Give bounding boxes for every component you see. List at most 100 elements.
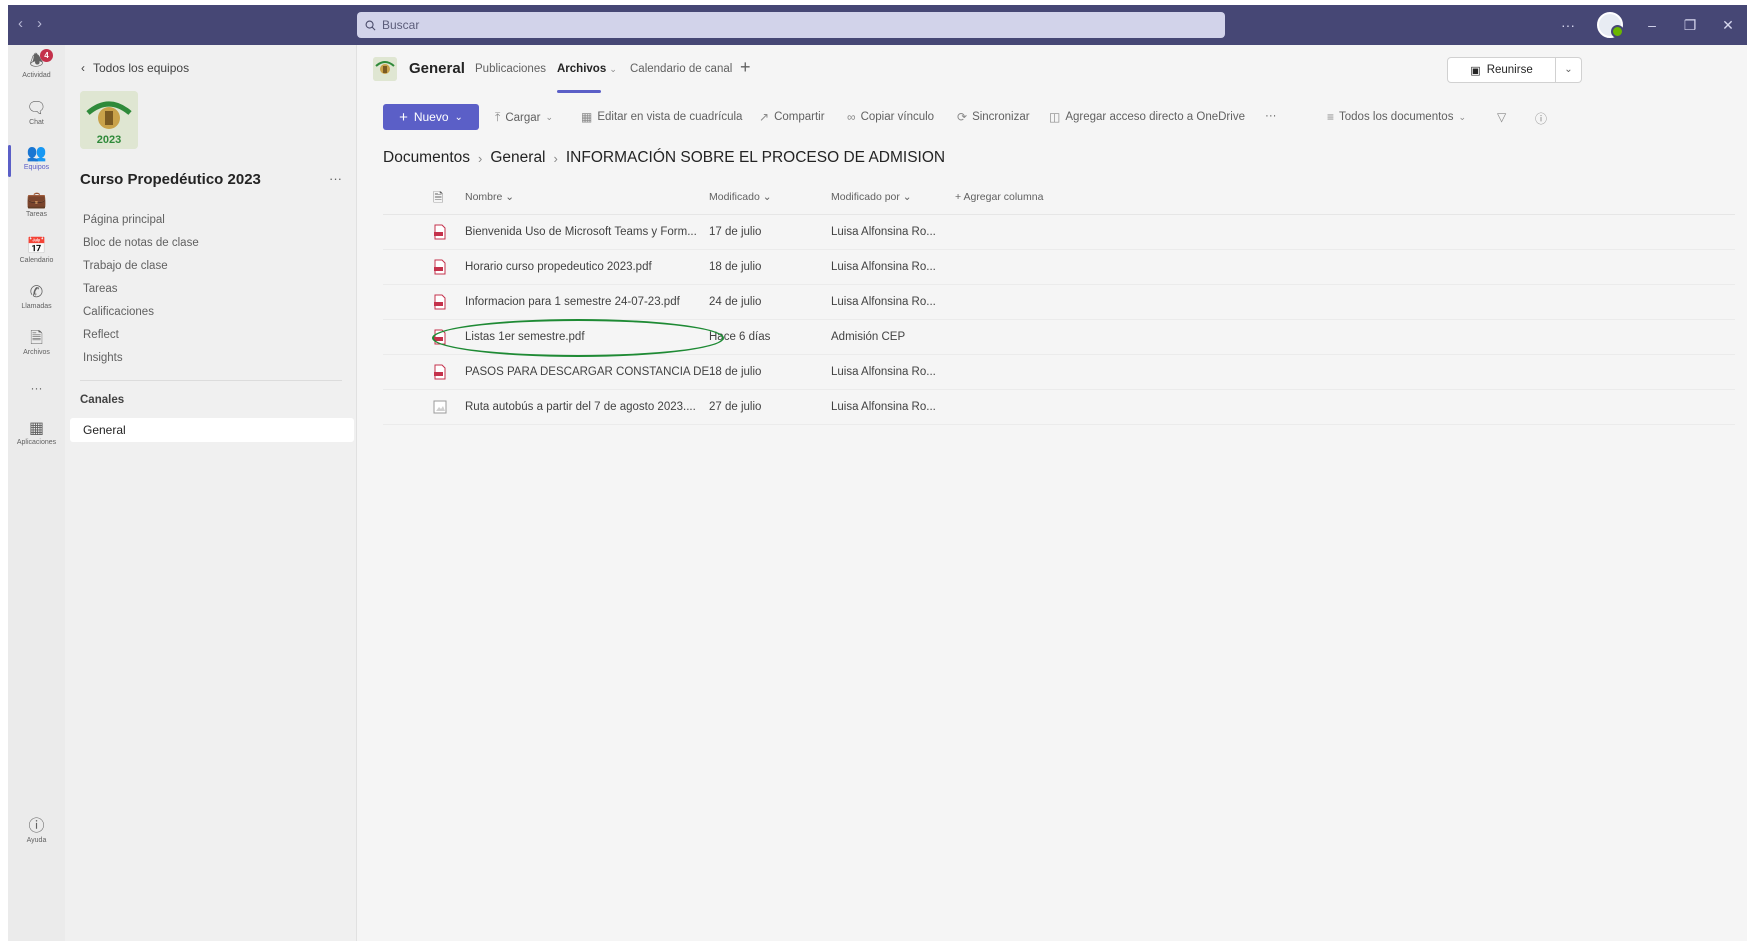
meet-label: Reunirse	[1486, 64, 1533, 76]
link-icon: ∞	[847, 110, 856, 124]
more-options-button[interactable]: ···	[1549, 17, 1587, 33]
column-header-name[interactable]: Nombre ⌄	[465, 191, 514, 203]
rail-item-more[interactable]: ···	[8, 379, 65, 397]
team-menu-classwork[interactable]: Trabajo de clase	[83, 258, 199, 281]
rail-label: Tareas	[25, 211, 47, 218]
channel-item-general[interactable]: General	[70, 418, 354, 442]
column-header-modified-by[interactable]: Modificado por ⌄	[831, 191, 912, 203]
tab-files[interactable]: Archivos ⌄	[557, 63, 617, 75]
file-name[interactable]: PASOS PARA DESCARGAR CONSTANCIA DE...	[465, 366, 719, 378]
onedrive-shortcut-button[interactable]: ◫ Agregar acceso directo a OneDrive	[1049, 110, 1245, 124]
search-icon	[365, 20, 376, 30]
channel-title: General	[409, 60, 465, 77]
team-menu-insights[interactable]: Insights	[83, 350, 199, 373]
panel-divider	[80, 380, 342, 381]
add-tab-button[interactable]: +	[740, 57, 751, 78]
team-menu-assignments[interactable]: Tareas	[83, 281, 199, 304]
back-arrow-icon[interactable]: ‹	[18, 15, 23, 32]
chevron-left-icon: ‹	[81, 61, 85, 75]
chevron-down-icon: ⌄	[454, 111, 463, 123]
grid-icon: ▦	[581, 110, 593, 124]
breadcrumb-documents[interactable]: Documentos	[383, 149, 470, 167]
file-name[interactable]: Bienvenida Uso de Microsoft Teams y Form…	[465, 226, 697, 238]
rail-item-help[interactable]: ⓘ Ayuda	[8, 818, 65, 844]
table-row[interactable]: Ruta autobús a partir del 7 de agosto 20…	[383, 390, 1735, 425]
rail-item-calendar[interactable]: 📅 Calendario	[8, 238, 65, 264]
copy-link-button[interactable]: ∞ Copiar vínculo	[847, 110, 934, 124]
team-menu-notebook[interactable]: Bloc de notas de clase	[83, 235, 199, 258]
team-more-button[interactable]: ···	[329, 171, 342, 186]
video-camera-icon: ▣	[1470, 64, 1481, 77]
table-row[interactable]: Informacion para 1 semestre 24-07-23.pdf…	[383, 285, 1735, 320]
rail-item-chat[interactable]: 🗨 Chat	[8, 100, 65, 126]
column-modified-by-label: Modificado por	[831, 191, 900, 203]
file-name[interactable]: Informacion para 1 semestre 24-07-23.pdf	[465, 296, 680, 308]
profile-avatar[interactable]	[1597, 12, 1624, 38]
plus-icon: +	[399, 108, 408, 126]
table-row[interactable]: Listas 1er semestre.pdf Hace 6 días Admi…	[383, 320, 1735, 355]
sync-icon: ⟳	[957, 110, 968, 124]
forward-arrow-icon[interactable]: ›	[37, 15, 42, 32]
bell-icon: 🕭	[29, 53, 44, 70]
rail-label: Actividad	[22, 72, 51, 79]
view-selector[interactable]: ≡ Todos los documentos ⌄	[1327, 110, 1466, 124]
rail-item-activity[interactable]: 🕭 4 Actividad	[8, 49, 65, 79]
column-modified-label: Modificado	[709, 191, 760, 203]
team-menu-grades[interactable]: Calificaciones	[83, 304, 199, 327]
new-button[interactable]: + Nuevo ⌄	[383, 104, 479, 130]
teams-icon: 👥	[26, 145, 47, 162]
search-box[interactable]	[357, 12, 1225, 38]
file-name[interactable]: Horario curso propedeutico 2023.pdf	[465, 261, 652, 273]
help-icon: ⓘ	[28, 818, 45, 835]
share-icon: ↗	[759, 110, 770, 124]
pdf-file-icon	[434, 259, 446, 275]
column-header-modified[interactable]: Modificado ⌄	[709, 191, 772, 203]
file-modified-by: Luisa Alfonsina Ro...	[831, 261, 936, 273]
rail-label: Aplicaciones	[16, 439, 57, 446]
sync-button[interactable]: ⟳ Sincronizar	[957, 110, 1030, 124]
file-modified-by: Admisión CEP	[831, 331, 906, 343]
file-name[interactable]: Ruta autobús a partir del 7 de agosto 20…	[465, 401, 696, 413]
info-icon: ⓘ	[1535, 112, 1548, 126]
table-row[interactable]: PASOS PARA DESCARGAR CONSTANCIA DE... 18…	[383, 355, 1735, 390]
team-menu-reflect[interactable]: Reflect	[83, 327, 199, 350]
meet-button[interactable]: ▣ Reunirse	[1447, 57, 1556, 83]
search-input[interactable]	[382, 18, 1202, 32]
toolbar-more-button[interactable]: ···	[1265, 110, 1277, 122]
more-icon: ···	[30, 381, 43, 395]
copy-link-label: Copiar vínculo	[860, 111, 935, 123]
file-name[interactable]: Listas 1er semestre.pdf	[465, 331, 585, 343]
breadcrumb-general[interactable]: General	[490, 149, 545, 167]
grid-edit-button[interactable]: ▦ Editar en vista de cuadrícula	[581, 110, 742, 124]
rail-item-teams[interactable]: 👥 Equipos	[8, 145, 65, 177]
tab-posts[interactable]: Publicaciones	[475, 63, 546, 75]
rail-item-calls[interactable]: ✆ Llamadas	[8, 284, 65, 310]
filter-button[interactable]: ▽	[1497, 110, 1506, 124]
table-row[interactable]: Bienvenida Uso de Microsoft Teams y Form…	[383, 215, 1735, 250]
all-teams-label: Todos los equipos	[93, 61, 190, 75]
chevron-right-icon: ›	[553, 150, 558, 166]
info-button[interactable]: ⓘ	[1535, 110, 1547, 127]
file-modified-by: Luisa Alfonsina Ro...	[831, 226, 936, 238]
all-teams-link[interactable]: ‹ Todos los equipos	[81, 61, 189, 75]
chevron-right-icon: ›	[478, 150, 483, 166]
file-type-header-icon[interactable]: 🗎	[433, 189, 443, 211]
history-nav: ‹ ›	[18, 15, 42, 32]
team-menu-home[interactable]: Página principal	[83, 212, 199, 235]
meet-dropdown-button[interactable]: ⌄	[1556, 57, 1582, 83]
upload-button[interactable]: ⤒ Cargar ⌄	[495, 110, 553, 125]
close-button[interactable]: ✕	[1709, 17, 1747, 34]
rail-item-apps[interactable]: ▦ Aplicaciones	[8, 420, 65, 446]
rail-item-files[interactable]: 🗎 Archivos	[8, 330, 65, 356]
tab-channel-calendar[interactable]: Calendario de canal	[630, 63, 732, 75]
table-row[interactable]: Horario curso propedeutico 2023.pdf 18 d…	[383, 250, 1735, 285]
rail-item-tasks[interactable]: 💼 Tareas	[8, 192, 65, 218]
rail-label: Calendario	[19, 257, 54, 264]
breadcrumb: Documentos › General › INFORMACIÓN SOBRE…	[383, 149, 945, 167]
share-button[interactable]: ↗ Compartir	[759, 110, 825, 124]
add-column-button[interactable]: + Agregar columna	[955, 191, 1043, 203]
rail-label: Archivos	[23, 349, 50, 356]
restore-button[interactable]: ❐	[1671, 17, 1709, 34]
minimize-button[interactable]: –	[1633, 17, 1671, 33]
tasks-icon: 💼	[26, 192, 47, 209]
